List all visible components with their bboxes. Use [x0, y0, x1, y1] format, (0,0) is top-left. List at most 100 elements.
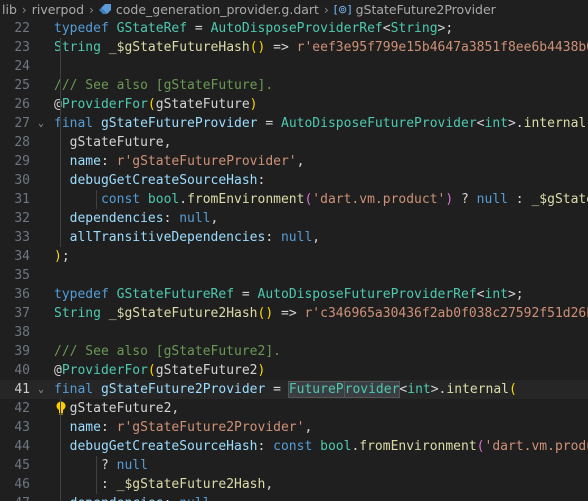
line-number[interactable]: 25	[0, 76, 30, 95]
code-text[interactable]: allTransitiveDependencies: null,	[54, 228, 320, 247]
code-line[interactable]: 31 const bool.fromEnvironment('dart.vm.p…	[0, 190, 588, 209]
line-number[interactable]: 24	[0, 57, 30, 76]
line-number[interactable]: 39	[0, 342, 30, 361]
code-token: fromEnvironment	[359, 439, 477, 454]
code-text[interactable]: /// See also [gStateFuture2].	[54, 342, 281, 361]
code-token: _$gStateFuture2Hash	[108, 306, 258, 321]
lightbulb-icon[interactable]	[54, 399, 68, 418]
line-number[interactable]: 30	[0, 171, 30, 190]
line-number[interactable]: 44	[0, 437, 30, 456]
code-line[interactable]: 29 name: r'gStateFutureProvider',	[0, 152, 588, 171]
code-line[interactable]: 33 allTransitiveDependencies: null,	[0, 228, 588, 247]
line-number[interactable]: 27	[0, 114, 30, 133]
code-line[interactable]: 32 dependencies: null,	[0, 209, 588, 228]
code-text[interactable]: name: r'gStateFutureProvider',	[54, 152, 305, 171]
code-line[interactable]: 35	[0, 266, 588, 285]
code-text[interactable]: debugGetCreateSourceHash:	[54, 171, 266, 190]
code-text[interactable]: ? null	[54, 456, 148, 475]
line-number[interactable]: 46	[0, 475, 30, 494]
code-line[interactable]: 38	[0, 323, 588, 342]
code-line[interactable]: 36 typedef GStateFutureRef = AutoDisposeF…	[0, 285, 588, 304]
breadcrumb-item-symbol[interactable]: [⊚] gStateFuture2Provider	[334, 2, 496, 17]
line-number[interactable]: 31	[0, 190, 30, 209]
line-number[interactable]: 38	[0, 323, 30, 342]
line-number[interactable]: 34	[0, 247, 30, 266]
code-line[interactable]: 45 ? null	[0, 456, 588, 475]
line-number[interactable]: 29	[0, 152, 30, 171]
code-line[interactable]: 39 /// See also [gStateFuture2].	[0, 342, 588, 361]
code-text[interactable]: dependencies: null,	[54, 209, 219, 228]
breadcrumb-item-lib[interactable]: lib	[2, 2, 17, 17]
line-number[interactable]: 41	[0, 380, 30, 399]
line-number[interactable]: 23	[0, 38, 30, 57]
code-text[interactable]: gStateFuture,	[54, 133, 172, 152]
line-number[interactable]: 28	[0, 133, 30, 152]
code-token: int	[484, 116, 508, 131]
code-token: >;	[507, 287, 524, 302]
code-line[interactable]: 41 ⌄ final gStateFuture2Provider = FutureP…	[0, 380, 588, 399]
code-token: =>	[273, 306, 305, 321]
code-line[interactable]: 30 debugGetCreateSourceHash:	[0, 171, 588, 190]
code-text[interactable]: @ProviderFor(gStateFuture2)	[54, 361, 265, 380]
code-text[interactable]: String _$gStateFutureHash() => r'eef3e95…	[54, 38, 588, 57]
code-line[interactable]: 40 @ProviderFor(gStateFuture2)	[0, 361, 588, 380]
line-number[interactable]: 26	[0, 95, 30, 114]
code-line[interactable]: 44 debugGetCreateSourceHash: const bool.…	[0, 437, 588, 456]
code-line[interactable]: 43 name: r'gStateFuture2Provider',	[0, 418, 588, 437]
code-line[interactable]: 26 @ProviderFor(gStateFuture)	[0, 95, 588, 114]
code-line[interactable]: 37 String _$gStateFuture2Hash() => r'c346…	[0, 304, 588, 323]
code-line[interactable]: 28 gStateFuture,	[0, 133, 588, 152]
code-line[interactable]: 42 gStateFuture2,	[0, 399, 588, 418]
code-line[interactable]: 47 dependencies: null,	[0, 494, 588, 501]
line-number[interactable]: 37	[0, 304, 30, 323]
line-number[interactable]: 32	[0, 209, 30, 228]
code-token: :	[100, 420, 117, 435]
code-text[interactable]: const bool.fromEnvironment('dart.vm.prod…	[54, 190, 588, 209]
code-token: fromEnvironment	[187, 192, 305, 207]
code-token: =	[234, 287, 258, 302]
code-editor[interactable]: 22 typedef GStateRef = AutoDisposeProvide…	[0, 19, 588, 501]
code-line[interactable]: 34);	[0, 247, 588, 266]
code-line[interactable]: 23 String _$gStateFutureHash() => r'eef3e…	[0, 38, 588, 57]
line-number[interactable]: 35	[0, 266, 30, 285]
code-token: )	[249, 97, 258, 112]
code-line[interactable]: 25 /// See also [gStateFuture].	[0, 76, 588, 95]
code-text[interactable]: final gStateFutureProvider = AutoDispose…	[54, 114, 588, 133]
code-text[interactable]: );	[54, 247, 70, 266]
code-token: ()	[257, 306, 274, 321]
code-line[interactable]: 24	[0, 57, 588, 76]
line-number[interactable]: 45	[0, 456, 30, 475]
code-text[interactable]: : _$gStateFuture2Hash,	[54, 475, 273, 494]
code-token: :	[507, 192, 532, 207]
chevron-down-icon[interactable]: ⌄	[35, 380, 47, 399]
line-number[interactable]: 36	[0, 285, 30, 304]
breadcrumb-item-riverpod[interactable]: riverpod	[32, 2, 84, 17]
code-line[interactable]: 46 : _$gStateFuture2Hash,	[0, 475, 588, 494]
code-text[interactable]: final gStateFuture2Provider = FutureProv…	[54, 380, 517, 399]
code-token: 'dart.vm.produc	[484, 439, 588, 454]
chevron-down-icon[interactable]: ⌄	[35, 114, 47, 133]
breadcrumb-label: riverpod	[31, 2, 85, 17]
code-text[interactable]: @ProviderFor(gStateFuture)	[54, 95, 258, 114]
code-text[interactable]: gStateFuture2,	[54, 399, 180, 418]
line-number[interactable]: 33	[0, 228, 30, 247]
line-number[interactable]: 42	[0, 399, 30, 418]
code-token: ProviderFor	[61, 363, 148, 378]
code-text[interactable]: String _$gStateFuture2Hash() => r'c34696…	[54, 304, 588, 323]
code-text[interactable]: name: r'gStateFuture2Provider',	[54, 418, 313, 437]
code-text[interactable]: /// See also [gStateFuture].	[54, 76, 273, 95]
line-number[interactable]: 22	[0, 19, 30, 38]
code-token: _$gStateFuture2Hash	[116, 477, 266, 492]
code-text[interactable]: debugGetCreateSourceHash: const bool.fro…	[54, 437, 588, 456]
code-text[interactable]: typedef GStateFutureRef = AutoDisposeFut…	[54, 285, 524, 304]
code-line[interactable]: 22 typedef GStateRef = AutoDisposeProvide…	[0, 19, 588, 38]
line-number[interactable]: 40	[0, 361, 30, 380]
code-line[interactable]: 27 ⌄ final gStateFutureProvider = AutoDisp…	[0, 114, 588, 133]
code-text[interactable]: dependencies: null,	[54, 494, 219, 501]
breadcrumb-item-file[interactable]: code_generation_provider.g.dart	[98, 2, 319, 17]
line-number[interactable]: 43	[0, 418, 30, 437]
code-text[interactable]: typedef GStateRef = AutoDisposeProviderR…	[54, 19, 453, 38]
line-number[interactable]: 47	[0, 494, 30, 501]
code-token: )	[54, 249, 62, 264]
